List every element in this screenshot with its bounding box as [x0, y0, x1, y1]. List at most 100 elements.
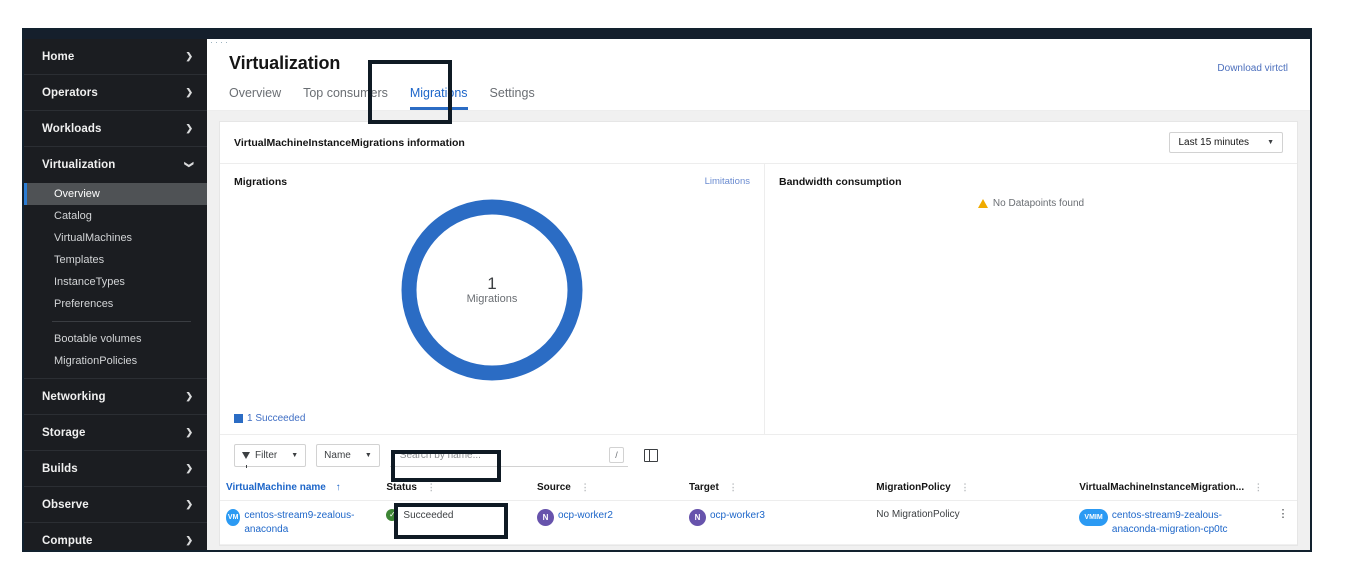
column-header-target[interactable]: Target ⋮ [682, 476, 871, 501]
arrow-up-icon: ↑ [335, 482, 341, 493]
column-header-vmim[interactable]: VirtualMachineInstanceMigration... ⋮ [1073, 476, 1268, 501]
tab-bar: Overview Top consumers Migrations Settin… [229, 86, 1288, 110]
sidebar-item-virtualization[interactable]: Virtualization [24, 147, 207, 182]
sidebar-item-home[interactable]: Home [24, 39, 207, 74]
limitations-link[interactable]: Limitations [705, 176, 750, 187]
sidebar: Home Operators Workloads Virtualizatio [24, 39, 207, 550]
vm-badge: VM [226, 509, 241, 526]
column-header-vm-name[interactable]: VirtualMachine name ↑ [220, 476, 381, 501]
sidebar-subnav-virtualization: Overview Catalog VirtualMachines Templat… [24, 182, 207, 378]
sort-icon: ⋮ [960, 482, 970, 492]
time-range-value: Last 15 minutes [1178, 137, 1250, 148]
sidebar-item-label: Observe [42, 498, 89, 511]
chevron-right-icon [185, 392, 193, 401]
sidebar-item-label: Storage [42, 426, 86, 439]
sidebar-item-bootable-volumes[interactable]: Bootable volumes [24, 328, 207, 350]
page-title: Virtualization [229, 53, 341, 73]
sidebar-item-builds[interactable]: Builds [24, 451, 207, 486]
chevron-right-icon [185, 124, 193, 133]
bandwidth-empty-text: No Datapoints found [992, 198, 1085, 209]
sidebar-item-label: Virtualization [42, 158, 116, 171]
sidebar-item-overview[interactable]: Overview [24, 183, 207, 205]
sidebar-item-label: VirtualMachines [54, 232, 133, 244]
migrationpolicy-value: No MigrationPolicy [876, 509, 960, 520]
screenshot-root: ···· Home Operators Workloads [0, 0, 1368, 586]
sidebar-item-label: Compute [42, 534, 93, 547]
chevron-right-icon [185, 464, 193, 473]
sidebar-item-virtualmachines[interactable]: VirtualMachines [24, 227, 207, 249]
sidebar-item-label: Builds [42, 462, 78, 475]
sidebar-item-operators[interactable]: Operators [24, 75, 207, 110]
column-header-source[interactable]: Source ⋮ [530, 476, 683, 501]
sort-icon: ⋮ [580, 482, 590, 492]
sidebar-item-migrationpolicies[interactable]: MigrationPolicies [24, 350, 207, 372]
sidebar-item-compute[interactable]: Compute [24, 523, 207, 550]
donut-chart: 1 Migrations [220, 190, 764, 390]
bandwidth-empty-state: No Datapoints found [765, 198, 1297, 209]
sidebar-item-instancetypes[interactable]: InstanceTypes [24, 271, 207, 293]
charts-row: Migrations Limitations 1 Migrations 1 Su… [220, 164, 1297, 434]
sidebar-item-label: Networking [42, 390, 106, 403]
source-node-link[interactable]: ocp-worker2 [558, 509, 613, 523]
column-label: Source [536, 482, 571, 493]
filter-dropdown[interactable]: Filter ▼ [234, 444, 307, 468]
kebab-menu-icon[interactable]: ⋮ [1274, 509, 1291, 520]
search-shortcut-key: / [609, 447, 624, 463]
migrations-pane-title: Migrations [234, 176, 288, 188]
masthead-clipped-text: ···· [210, 37, 230, 45]
donut-graphic[interactable]: 1 Migrations [395, 193, 589, 387]
migrations-pane-header: Migrations Limitations [234, 176, 750, 188]
search-box: / [389, 444, 628, 467]
chart-legend-item[interactable]: 1 Succeeded [234, 413, 305, 424]
sidebar-item-templates[interactable]: Templates [24, 249, 207, 271]
tab-settings[interactable]: Settings [490, 86, 535, 110]
sidebar-item-preferences[interactable]: Preferences [24, 293, 207, 315]
sort-icon: ⋮ [1253, 482, 1263, 492]
sidebar-item-storage[interactable]: Storage [24, 415, 207, 450]
legend-swatch-succeeded [234, 414, 243, 423]
sidebar-item-networking[interactable]: Networking [24, 379, 207, 414]
vmim-name-link[interactable]: centos-stream9-zealous-anaconda-migratio… [1112, 509, 1262, 536]
donut-svg [401, 199, 583, 381]
column-label: MigrationPolicy [876, 482, 951, 493]
cell-actions: ⋮ [1267, 500, 1297, 545]
sidebar-item-label: Templates [54, 254, 105, 266]
chevron-right-icon [185, 52, 193, 61]
sidebar-item-label: Workloads [42, 122, 102, 135]
sidebar-item-catalog[interactable]: Catalog [24, 205, 207, 227]
sidebar-group-workloads: Workloads [24, 111, 207, 147]
chevron-down-icon [185, 160, 193, 169]
table-body: VM centos-stream9-zealous-anaconda ✓ Suc… [220, 500, 1297, 545]
migrations-chart-pane: Migrations Limitations 1 Migrations 1 Su… [220, 164, 765, 434]
cell-status: ✓ Succeeded [380, 500, 531, 545]
attribute-label: Name [324, 450, 351, 461]
tab-overview[interactable]: Overview [229, 86, 281, 110]
sidebar-group-networking: Networking [24, 379, 207, 415]
tab-top-consumers[interactable]: Top consumers [303, 86, 388, 110]
chevron-right-icon [185, 500, 193, 509]
column-header-actions [1267, 476, 1297, 501]
column-header-migrationpolicy[interactable]: MigrationPolicy ⋮ [870, 476, 1074, 501]
sidebar-item-workloads[interactable]: Workloads [24, 111, 207, 146]
time-range-dropdown[interactable]: Last 15 minutes ▼ [1169, 132, 1283, 153]
chevron-right-icon [185, 88, 193, 97]
column-header-status[interactable]: Status ⋮ [380, 476, 531, 501]
page-header: Virtualization Download virtctl Overview… [207, 39, 1310, 111]
attribute-dropdown[interactable]: Name ▼ [316, 444, 380, 467]
sort-icon: ⋮ [426, 482, 436, 492]
node-badge: N [688, 509, 706, 526]
search-input[interactable] [397, 448, 588, 462]
vm-name-link[interactable]: centos-stream9-zealous-anaconda [244, 509, 374, 536]
legend-label-succeeded: 1 Succeeded [247, 413, 306, 424]
download-virtctl-link[interactable]: Download virtctl [1217, 63, 1288, 74]
check-circle-icon: ✓ [386, 509, 399, 521]
target-node-link[interactable]: ocp-worker3 [710, 509, 765, 523]
sidebar-group-home: Home [24, 39, 207, 75]
table-header-row: VirtualMachine name ↑ Status ⋮ Source ⋮ [220, 476, 1297, 501]
table-header: VirtualMachine name ↑ Status ⋮ Source ⋮ [220, 476, 1297, 501]
tab-migrations[interactable]: Migrations [409, 86, 468, 110]
bandwidth-pane-title: Bandwidth consumption [779, 176, 902, 188]
funnel-icon [242, 452, 250, 468]
sidebar-item-observe[interactable]: Observe [24, 487, 207, 522]
columns-icon[interactable] [643, 449, 658, 462]
